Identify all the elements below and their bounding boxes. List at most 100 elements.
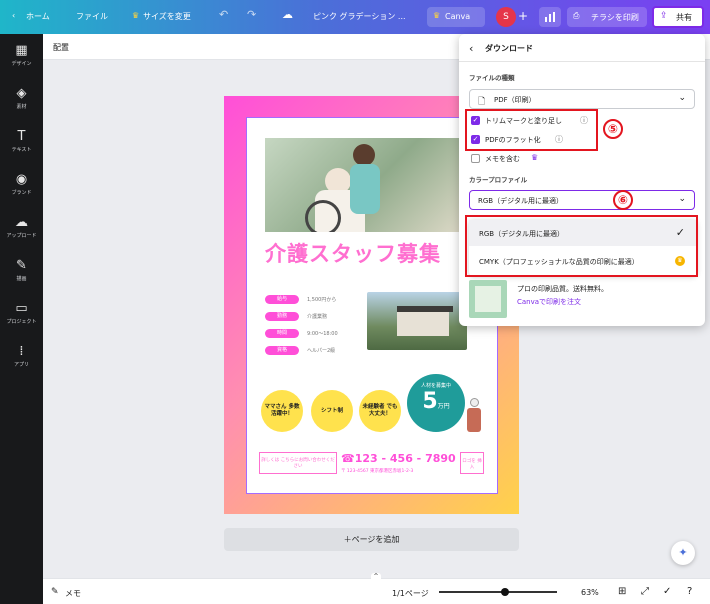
info-tag: 給与 bbox=[265, 295, 299, 304]
feature-circle: 未経験者 でも 大丈夫！ bbox=[359, 390, 401, 432]
upload-icon: ⇪ bbox=[660, 11, 668, 21]
brand-icon: ◉ bbox=[15, 172, 28, 187]
info-value: ヘルパー2級 bbox=[307, 348, 336, 354]
left-sidebar: ▦ デザイン ◈ 素材 T テキスト ◉ ブランド ☁ アップロード ✎ 描画 ▭ プロジェク… bbox=[0, 34, 43, 604]
color-profile-label: カラープロファイル bbox=[469, 176, 528, 184]
canva-pro-button[interactable]: ♛ Canva bbox=[427, 7, 485, 27]
magic-assistant-button[interactable]: ✦ bbox=[671, 541, 695, 565]
color-profile-value: RGB（デジタル用に最適） bbox=[478, 197, 563, 205]
cloud-upload-icon: ☁ bbox=[15, 215, 28, 230]
salary-badge-caption: 人材を募集中 bbox=[420, 383, 451, 389]
bottom-status-bar: ✎ メモ ^ 1/1ページ 63% ⊞ ⤢ ✓ ? bbox=[43, 573, 710, 604]
sidebar-item-apps[interactable]: ⁞ アプリ bbox=[0, 344, 43, 369]
thumbnail-card bbox=[475, 286, 501, 312]
sidebar-item-text[interactable]: T テキスト bbox=[0, 130, 43, 154]
sidebar-item-uploads[interactable]: ☁ アップロード bbox=[0, 215, 43, 240]
sidebar-item-brand[interactable]: ◉ ブランド bbox=[0, 172, 43, 197]
grid-view-icon[interactable]: ⊞ bbox=[618, 586, 626, 597]
info-tag: 資格 bbox=[265, 346, 299, 355]
feature-circle: ママさん 多数 活躍中！ bbox=[261, 390, 303, 432]
order-print-link[interactable]: Canvaで印刷を注文 bbox=[517, 297, 581, 307]
page-counter[interactable]: 1/1ページ bbox=[392, 588, 429, 599]
bar-chart-icon bbox=[545, 12, 555, 22]
facility-photo bbox=[367, 292, 467, 350]
print-icon: ⎙ bbox=[573, 11, 580, 20]
feature-circle: シフト制 bbox=[311, 390, 353, 432]
notes-button[interactable]: メモ bbox=[65, 588, 81, 599]
chevron-down-icon: ⌄ bbox=[678, 194, 686, 204]
layout-icon: ▦ bbox=[15, 43, 28, 58]
illustration-body bbox=[467, 408, 481, 432]
avatar[interactable]: S bbox=[496, 7, 516, 27]
zoom-slider[interactable] bbox=[439, 591, 557, 593]
pen-icon: ✎ bbox=[16, 258, 27, 273]
home-button[interactable]: ホーム bbox=[26, 11, 50, 22]
zoom-level[interactable]: 63% bbox=[581, 588, 599, 597]
document-title[interactable]: ピンク グラデーション ... bbox=[313, 11, 406, 22]
address-text: 〒 123-4567 東京都港区赤坂1-2-3 bbox=[341, 469, 414, 474]
file-type-select[interactable]: 🗋 PDF（印刷） ⌄ bbox=[469, 89, 695, 109]
fullscreen-icon[interactable]: ⤢ bbox=[641, 586, 649, 597]
notes-icon[interactable]: ✎ bbox=[51, 587, 59, 597]
info-value: 介護業務 bbox=[307, 314, 328, 320]
back-chevron-icon[interactable]: ‹ bbox=[12, 11, 15, 20]
share-button[interactable]: ⇪ 共有 bbox=[652, 6, 704, 28]
shapes-icon: ◈ bbox=[16, 86, 27, 101]
annotation-box-six bbox=[465, 215, 698, 277]
add-page-button[interactable]: ＋ページを追加 bbox=[224, 528, 519, 551]
photo-wheelchair bbox=[305, 200, 341, 232]
sidebar-item-elements[interactable]: ◈ 素材 bbox=[0, 86, 43, 111]
photo-figure-body bbox=[350, 164, 380, 214]
sidebar-item-label: アプリ bbox=[13, 362, 29, 368]
top-toolbar: ‹ ホーム ファイル ♛ サイズを変更 ↶ ↷ ☁ ピンク グラデーション ..… bbox=[0, 0, 710, 34]
annotation-number-six: ⑥ bbox=[613, 190, 633, 210]
caregiver-photo bbox=[265, 138, 481, 232]
sidebar-item-design[interactable]: ▦ デザイン bbox=[0, 43, 43, 68]
zoom-slider-handle[interactable] bbox=[501, 588, 509, 596]
divider bbox=[459, 61, 705, 62]
crown-icon: ♛ bbox=[531, 153, 539, 162]
sidebar-item-label: デザイン bbox=[11, 61, 32, 67]
salary-badge: 人材を募集中 5万円 bbox=[407, 374, 465, 432]
check-status-icon[interactable]: ✓ bbox=[663, 586, 671, 597]
salary-badge-unit: 万円 bbox=[437, 403, 450, 410]
resize-button[interactable]: サイズを変更 bbox=[143, 11, 191, 22]
download-panel: ‹ ダウンロード ファイルの種類 🗋 PDF（印刷） ⌄ ✓ トリムマークと塗り… bbox=[459, 34, 705, 326]
sidebar-item-draw[interactable]: ✎ 描画 bbox=[0, 258, 43, 283]
info-tag: 時間 bbox=[265, 329, 299, 338]
illustration-head bbox=[469, 398, 479, 407]
sidebar-item-projects[interactable]: ▭ プロジェクト bbox=[0, 302, 43, 326]
print-product-thumbnail bbox=[469, 280, 507, 318]
chevron-down-icon: ⌄ bbox=[678, 93, 686, 103]
document-icon: 🗋 bbox=[478, 97, 486, 107]
facility-building bbox=[397, 310, 449, 336]
annotation-box-five bbox=[465, 109, 598, 151]
sidebar-item-label: 描画 bbox=[16, 276, 27, 282]
add-collaborator-button[interactable]: + bbox=[518, 9, 528, 23]
print-flyer-label: チラシを印刷 bbox=[591, 13, 639, 22]
sidebar-item-label: ブランド bbox=[11, 190, 32, 196]
analytics-button[interactable] bbox=[539, 7, 561, 27]
help-icon[interactable]: ? bbox=[687, 586, 692, 597]
apps-grid-icon: ⁞ bbox=[19, 344, 24, 359]
sparkle-icon: ✦ bbox=[678, 546, 688, 559]
file-type-value: PDF（印刷） bbox=[494, 96, 536, 104]
sidebar-item-label: テキスト bbox=[11, 147, 32, 153]
redo-icon[interactable]: ↷ bbox=[247, 8, 256, 21]
file-menu-button[interactable]: ファイル bbox=[76, 11, 108, 22]
undo-icon[interactable]: ↶ bbox=[219, 8, 228, 21]
collapse-chevron-icon[interactable]: ^ bbox=[371, 573, 381, 581]
print-flyer-button[interactable]: ⎙ チラシを印刷 bbox=[567, 7, 647, 27]
download-panel-title: ダウンロード bbox=[485, 44, 533, 53]
sidebar-item-label: アップロード bbox=[6, 233, 37, 239]
salary-badge-amount: 5 bbox=[422, 389, 438, 414]
print-promo-title: プロの印刷品質。送料無料。 bbox=[517, 285, 608, 293]
share-label: 共有 bbox=[676, 13, 692, 22]
include-notes-checkbox[interactable] bbox=[471, 154, 480, 163]
sidebar-item-label: プロジェクト bbox=[6, 319, 37, 325]
cloud-save-icon[interactable]: ☁ bbox=[282, 8, 293, 21]
back-chevron-icon[interactable]: ‹ bbox=[469, 42, 473, 55]
color-profile-select[interactable]: RGB（デジタル用に最適） ⌄ bbox=[469, 190, 695, 210]
info-value: 9:00〜18:00 bbox=[307, 331, 338, 337]
position-button[interactable]: 配置 bbox=[53, 42, 69, 53]
